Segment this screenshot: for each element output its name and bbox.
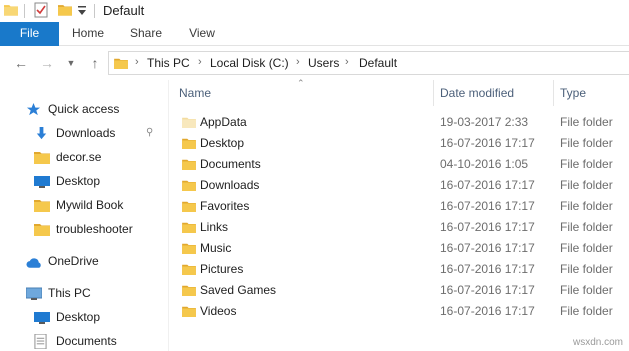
tab-share[interactable]: Share [124, 22, 168, 46]
ribbon-tabs: File Home Share View [0, 22, 629, 46]
list-item[interactable]: Saved Games 16-07-2016 17:17 File folder [169, 280, 629, 301]
up-arrow-icon[interactable]: ↑ [86, 53, 104, 73]
file-list: ⌃ Name Date modified Type AppData 19-03-… [169, 78, 629, 351]
customize-toolbar-icon[interactable] [78, 5, 86, 15]
folder-icon [182, 221, 196, 233]
breadcrumb-default[interactable]: Default [359, 56, 397, 70]
column-header-date[interactable]: Date modified [440, 80, 514, 106]
navigation-pane: Quick access Downloads ⚲ decor.se Deskto… [0, 80, 168, 351]
nav-item-downloads[interactable]: Downloads ⚲ [34, 122, 158, 144]
list-item[interactable]: Desktop 16-07-2016 17:17 File folder [169, 133, 629, 154]
folder-icon [182, 263, 196, 275]
list-item[interactable]: Music 16-07-2016 17:17 File folder [169, 238, 629, 259]
folder-icon [34, 222, 50, 236]
column-header-name[interactable]: Name [179, 80, 211, 106]
tab-home[interactable]: Home [66, 22, 110, 46]
tab-view[interactable]: View [180, 22, 224, 46]
folder-icon [182, 305, 196, 317]
cloud-icon [26, 254, 42, 268]
breadcrumb-local-disk[interactable]: Local Disk (C:) [210, 56, 289, 70]
list-item[interactable]: AppData 19-03-2017 2:33 File folder [169, 112, 629, 133]
folder-icon [34, 150, 50, 164]
back-arrow-icon[interactable]: ← [12, 53, 30, 73]
chevron-right-icon[interactable]: › [296, 56, 300, 68]
folder-icon [4, 3, 18, 16]
title-bar: Default [0, 0, 629, 22]
folder-icon [182, 284, 196, 296]
watermark: wsxdn.com [572, 337, 623, 348]
column-header-type[interactable]: Type [560, 80, 586, 106]
address-bar[interactable]: › This PC › Local Disk (C:) › Users › De… [108, 51, 629, 75]
recent-locations-icon[interactable]: ▼ [62, 53, 80, 73]
folder-icon [182, 137, 196, 149]
list-item[interactable]: Favorites 16-07-2016 17:17 File folder [169, 196, 629, 217]
list-item[interactable]: Downloads 16-07-2016 17:17 File folder [169, 175, 629, 196]
folder-icon [182, 179, 196, 191]
folder-icon [182, 242, 196, 254]
breadcrumb-users[interactable]: Users [308, 56, 339, 70]
properties-icon[interactable] [34, 2, 48, 18]
list-item[interactable]: Documents 04-10-2016 1:05 File folder [169, 154, 629, 175]
documents-icon [34, 333, 50, 350]
chevron-right-icon[interactable]: › [135, 56, 139, 68]
window-title: Default [103, 3, 145, 18]
chevron-right-icon[interactable]: › [345, 56, 349, 68]
folder-icon [182, 200, 196, 212]
new-folder-icon[interactable] [58, 3, 72, 16]
address-row: ← → ▼ ↑ › This PC › Local Disk (C:) › Us… [0, 46, 629, 80]
folder-icon [114, 57, 128, 69]
computer-icon [25, 286, 43, 300]
forward-arrow-icon[interactable]: → [38, 53, 56, 73]
folder-icon [182, 158, 196, 170]
star-icon [26, 102, 42, 116]
folder-icon [34, 198, 50, 212]
list-item[interactable]: Pictures 16-07-2016 17:17 File folder [169, 259, 629, 280]
pin-icon[interactable]: ⚲ [146, 122, 153, 144]
desktop-icon [34, 174, 50, 188]
download-arrow-icon [34, 126, 50, 140]
chevron-right-icon[interactable]: › [198, 56, 202, 68]
folder-icon [182, 116, 196, 128]
tab-file[interactable]: File [0, 22, 59, 46]
list-item[interactable]: Videos 16-07-2016 17:17 File folder [169, 301, 629, 322]
desktop-icon [34, 310, 50, 324]
list-item[interactable]: Links 16-07-2016 17:17 File folder [169, 217, 629, 238]
breadcrumb-this-pc[interactable]: This PC [147, 56, 190, 70]
sort-ascending-icon: ⌃ [297, 78, 305, 88]
